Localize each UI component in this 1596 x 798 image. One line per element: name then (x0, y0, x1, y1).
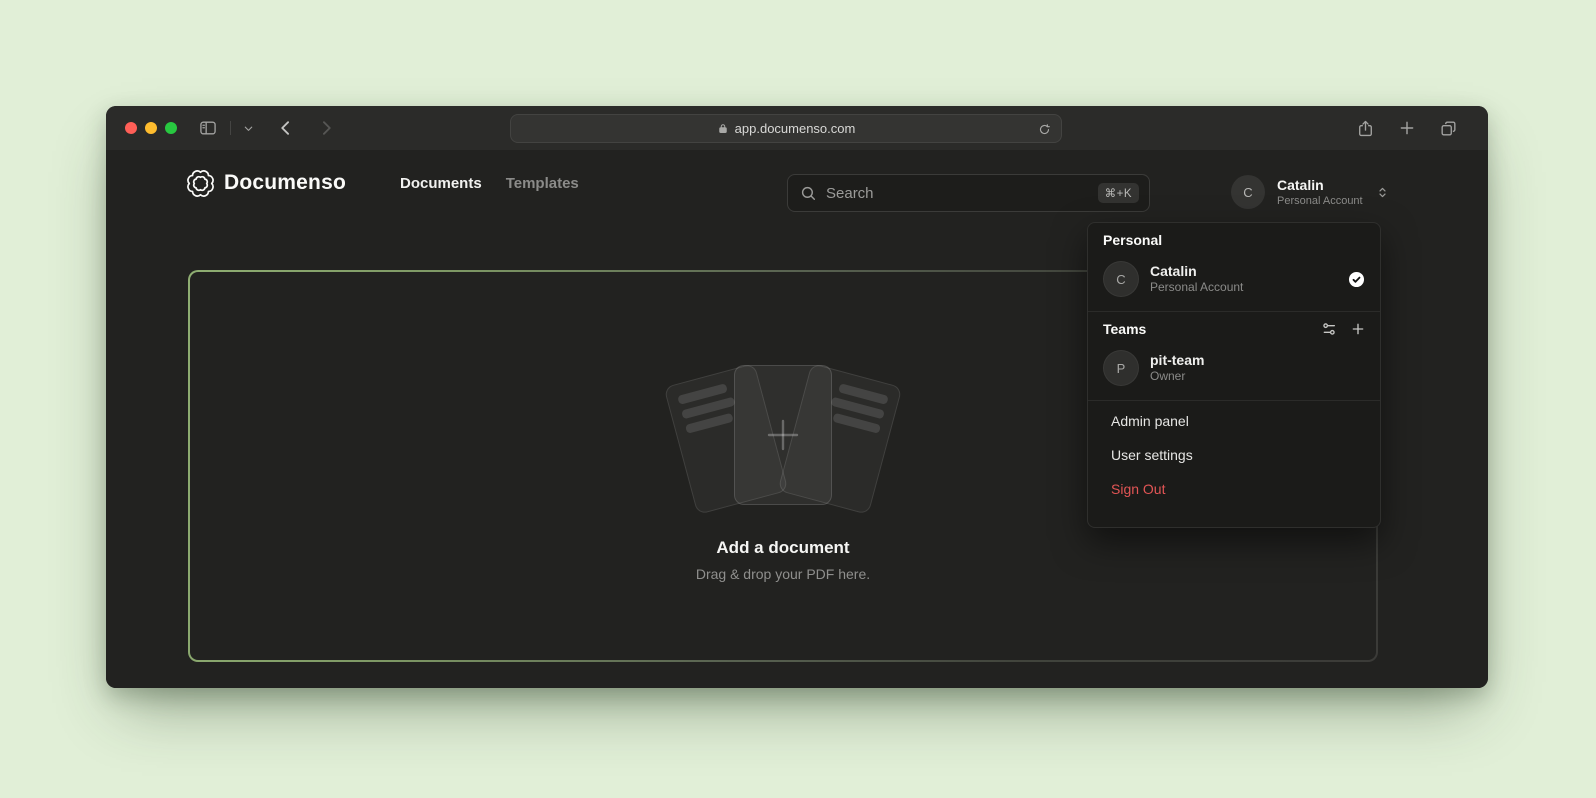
brand[interactable]: Documenso (187, 150, 346, 216)
app-header: Documenso Documents Templates ⌘+K C Cata… (106, 150, 1488, 216)
url-text: app.documenso.com (735, 121, 856, 136)
search-input[interactable] (826, 185, 1089, 202)
main-nav: Documents Templates (400, 150, 579, 216)
menu-item-user-settings[interactable]: User settings (1088, 438, 1380, 472)
menu-item-admin-panel[interactable]: Admin panel (1088, 404, 1380, 438)
team-item[interactable]: P pit-team Owner (1103, 350, 1366, 386)
documenso-logo-icon (187, 170, 214, 197)
window-zoom-button[interactable] (165, 122, 177, 134)
app-content: Documenso Documents Templates ⌘+K C Cata… (106, 150, 1488, 688)
forward-button[interactable] (314, 116, 338, 140)
sidebar-toggle-button[interactable] (196, 116, 220, 140)
brand-name: Documenso (224, 171, 346, 195)
browser-chrome: app.documenso.com (106, 106, 1488, 150)
back-button[interactable] (274, 116, 298, 140)
stacked-documents-illustration (653, 350, 913, 520)
personal-description: Personal Account (1150, 280, 1347, 295)
personal-name: Catalin (1150, 263, 1347, 280)
share-button[interactable] (1354, 117, 1377, 140)
address-bar[interactable]: app.documenso.com (510, 114, 1062, 143)
search-icon (800, 185, 817, 202)
menu-section-personal: Personal C Catalin Personal Account (1088, 223, 1380, 311)
account-type: Personal Account (1277, 194, 1369, 208)
add-team-icon[interactable] (1350, 321, 1366, 337)
personal-avatar: C (1103, 261, 1139, 297)
account-avatar: C (1231, 175, 1265, 209)
account-name: Catalin (1277, 177, 1369, 194)
account-menu-button[interactable]: C Catalin Personal Account (1231, 175, 1390, 209)
account-dropdown-menu: Personal C Catalin Personal Account Team… (1087, 222, 1381, 528)
team-avatar: P (1103, 350, 1139, 386)
team-settings-icon[interactable] (1321, 321, 1337, 337)
window-close-button[interactable] (125, 122, 137, 134)
search-shortcut-badge: ⌘+K (1098, 183, 1139, 203)
browser-actions (1354, 106, 1460, 150)
window-minimize-button[interactable] (145, 122, 157, 134)
nav-templates[interactable]: Templates (506, 175, 579, 192)
check-circle-icon (1347, 270, 1366, 289)
plus-icon (1398, 119, 1416, 137)
chevron-down-icon (243, 123, 254, 134)
menu-section-actions: Admin panel User settings Sign Out (1088, 401, 1380, 517)
dropzone-title: Add a document (716, 538, 849, 558)
menu-item-sign-out[interactable]: Sign Out (1088, 472, 1380, 506)
menu-section-teams: Teams P pit-t (1088, 312, 1380, 400)
personal-account-item[interactable]: C Catalin Personal Account (1103, 261, 1366, 297)
personal-section-label: Personal (1103, 232, 1366, 248)
traffic-lights (125, 122, 177, 134)
team-role: Owner (1150, 369, 1366, 384)
toolbar-divider (230, 121, 231, 135)
browser-toolbar (196, 106, 338, 150)
share-icon (1356, 119, 1375, 138)
sidebar-menu-button[interactable] (241, 121, 256, 136)
search-box[interactable]: ⌘+K (787, 174, 1150, 212)
new-tab-button[interactable] (1396, 117, 1418, 139)
sidebar-icon (198, 118, 218, 138)
document-card-center (734, 365, 832, 505)
refresh-icon[interactable] (1037, 122, 1052, 137)
chevrons-up-down-icon (1375, 185, 1390, 200)
chevron-left-icon (276, 118, 296, 138)
teams-section-label: Teams (1103, 321, 1146, 337)
tabs-overview-icon (1439, 119, 1458, 138)
nav-documents[interactable]: Documents (400, 175, 482, 192)
dropzone-subtitle: Drag & drop your PDF here. (696, 566, 870, 582)
add-document-plus-icon (760, 412, 806, 458)
chevron-right-icon (316, 118, 336, 138)
team-name: pit-team (1150, 352, 1366, 369)
show-tabs-button[interactable] (1437, 117, 1460, 140)
lock-icon (717, 122, 729, 135)
browser-window: app.documenso.com (106, 106, 1488, 688)
